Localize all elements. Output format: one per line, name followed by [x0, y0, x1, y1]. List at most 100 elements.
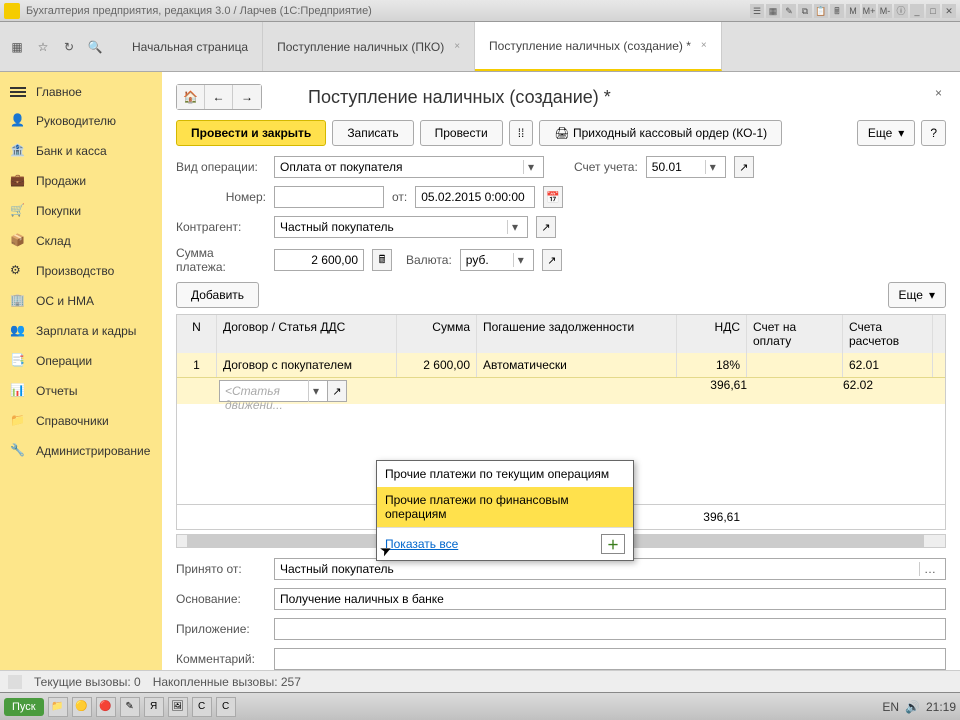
titlebar-btn[interactable]: 🖩: [830, 4, 844, 18]
sidebar-item-hr[interactable]: 👥Зарплата и кадры: [0, 316, 162, 346]
chevron-down-icon[interactable]: ▾: [308, 380, 323, 402]
close-icon[interactable]: ✕: [942, 4, 956, 18]
titlebar-btn[interactable]: 📋: [814, 4, 828, 18]
taskbar-icon[interactable]: 🔴: [96, 697, 116, 717]
add-row-button[interactable]: Добавить: [176, 282, 259, 308]
sidebar-item-operations[interactable]: 📑Операции: [0, 346, 162, 376]
post-and-close-button[interactable]: Провести и закрыть: [176, 120, 326, 146]
sidebar-item-bank[interactable]: 🏦Банк и касса: [0, 136, 162, 166]
post-button[interactable]: Провести: [420, 120, 503, 146]
comment-input[interactable]: [274, 648, 946, 670]
star-icon[interactable]: ☆: [34, 38, 52, 56]
show-movements-button[interactable]: ⁞⁞: [509, 120, 534, 146]
cell-repay: Автоматически: [477, 353, 677, 377]
titlebar-btn[interactable]: ▦: [766, 4, 780, 18]
field-value: 50.01: [652, 160, 682, 174]
sidebar-item-assets[interactable]: 🏢ОС и НМА: [0, 286, 162, 316]
sidebar-item-catalogs[interactable]: 📁Справочники: [0, 406, 162, 436]
received-input[interactable]: Частный покупатель…: [274, 558, 946, 580]
sidebar: Главное 👤Руководителю 🏦Банк и касса 💼Про…: [0, 72, 162, 698]
tab-start[interactable]: Начальная страница: [118, 22, 263, 71]
start-button[interactable]: Пуск: [4, 698, 44, 716]
taskbar-icon[interactable]: ✎: [120, 697, 140, 717]
sidebar-item-main[interactable]: Главное: [0, 78, 162, 106]
info-icon[interactable]: ⓘ: [894, 4, 908, 18]
open-button[interactable]: ↗: [542, 249, 562, 271]
window-title: Бухгалтерия предприятия, редакция 3.0 / …: [26, 5, 750, 17]
sidebar-item-sales[interactable]: 💼Продажи: [0, 166, 162, 196]
titlebar-btn[interactable]: ⧉: [798, 4, 812, 18]
show-all-link[interactable]: Показать все: [385, 537, 458, 551]
currency-select[interactable]: руб.▾: [460, 249, 534, 271]
home-icon[interactable]: 🏠: [177, 85, 205, 109]
titlebar-btn[interactable]: M-: [878, 4, 892, 18]
number-input[interactable]: [274, 186, 384, 208]
sidebar-item-manager[interactable]: 👤Руководителю: [0, 106, 162, 136]
back-icon[interactable]: ←: [205, 85, 233, 109]
open-button[interactable]: ↗: [536, 216, 556, 238]
dds-select[interactable]: <Статья движени... ▾ ↗: [219, 380, 345, 402]
history-icon[interactable]: ↻: [60, 38, 78, 56]
taskbar-icon[interactable]: C: [192, 697, 212, 717]
write-button[interactable]: Записать: [332, 120, 413, 146]
taskbar-icon[interactable]: 📁: [48, 697, 68, 717]
sidebar-item-reports[interactable]: 📊Отчеты: [0, 376, 162, 406]
titlebar-btn[interactable]: M+: [862, 4, 876, 18]
chevron-down-icon[interactable]: ▾: [705, 160, 720, 174]
page-close-icon[interactable]: ×: [935, 86, 942, 100]
titlebar-btn[interactable]: ☰: [750, 4, 764, 18]
taskbar-icon[interactable]: 🖼: [168, 697, 188, 717]
account-select[interactable]: 50.01 ▾: [646, 156, 726, 178]
taskbar-icon[interactable]: C: [216, 697, 236, 717]
chevron-down-icon[interactable]: ▾: [523, 160, 538, 174]
optype-select[interactable]: Оплата от покупателя▾: [274, 156, 544, 178]
sum-input[interactable]: 2 600,00: [274, 249, 364, 271]
tab-close-icon[interactable]: ×: [454, 41, 460, 52]
attach-input[interactable]: [274, 618, 946, 640]
dropdown-option-selected[interactable]: Прочие платежи по финансовым операциям: [377, 487, 633, 527]
tray-volume-icon[interactable]: 🔊: [905, 700, 920, 714]
apps-icon[interactable]: ▦: [8, 38, 26, 56]
help-button[interactable]: ?: [921, 120, 946, 146]
counterparty-select[interactable]: Частный покупатель▾: [274, 216, 528, 238]
sidebar-item-admin[interactable]: 🔧Администрирование: [0, 436, 162, 466]
sidebar-item-production[interactable]: ⚙Производство: [0, 256, 162, 286]
chevron-down-icon[interactable]: ▾: [513, 253, 528, 267]
sidebar-item-warehouse[interactable]: 📦Склад: [0, 226, 162, 256]
add-icon[interactable]: ＋: [601, 534, 625, 554]
calc-icon[interactable]: 🖩: [372, 249, 392, 271]
field-value: 2 600,00: [311, 253, 358, 267]
tab-pko-list[interactable]: Поступление наличных (ПКО)×: [263, 22, 475, 71]
minimize-icon[interactable]: _: [910, 4, 924, 18]
label-date: от:: [392, 190, 407, 204]
titlebar-btn[interactable]: M: [846, 4, 860, 18]
tray-time: 21:19: [926, 700, 956, 714]
reason-input[interactable]: [274, 588, 946, 610]
taskbar-icon[interactable]: Я: [144, 697, 164, 717]
col-repay: Погашение задолженности: [477, 315, 677, 353]
open-button[interactable]: ↗: [734, 156, 754, 178]
dropdown-option[interactable]: Прочие платежи по текущим операциям: [377, 461, 633, 487]
print-button[interactable]: 🖨 Приходный кассовый ордер (КО-1): [539, 120, 782, 146]
search-icon[interactable]: 🔍: [86, 38, 104, 56]
cell-bill: [747, 353, 843, 377]
chevron-down-icon[interactable]: ▾: [507, 220, 522, 234]
tab-close-icon[interactable]: ×: [701, 40, 707, 51]
titlebar-btn[interactable]: ✎: [782, 4, 796, 18]
calendar-icon[interactable]: 📅: [543, 186, 563, 208]
table-row-2[interactable]: <Статья движени... ▾ ↗ 396,61 62.02: [177, 377, 945, 404]
maximize-icon[interactable]: □: [926, 4, 940, 18]
date-input[interactable]: 05.02.2015 0:00:00: [415, 186, 535, 208]
cell-vat2: 396,61: [677, 378, 747, 404]
ops-icon: 📑: [10, 353, 26, 369]
table-more-button[interactable]: Еще▾: [888, 282, 946, 308]
table-row[interactable]: 1 Договор с покупателем 2 600,00 Автомат…: [177, 353, 945, 377]
tray-lang[interactable]: EN: [882, 700, 899, 714]
sidebar-item-purchases[interactable]: 🛒Покупки: [0, 196, 162, 226]
building-icon: 🏢: [10, 293, 26, 309]
tab-pko-create[interactable]: Поступление наличных (создание) *×: [475, 22, 722, 71]
forward-icon[interactable]: →: [233, 85, 261, 109]
more-button[interactable]: Еще▾: [857, 120, 915, 146]
open-button[interactable]: ↗: [327, 380, 347, 402]
taskbar-icon[interactable]: 🟡: [72, 697, 92, 717]
